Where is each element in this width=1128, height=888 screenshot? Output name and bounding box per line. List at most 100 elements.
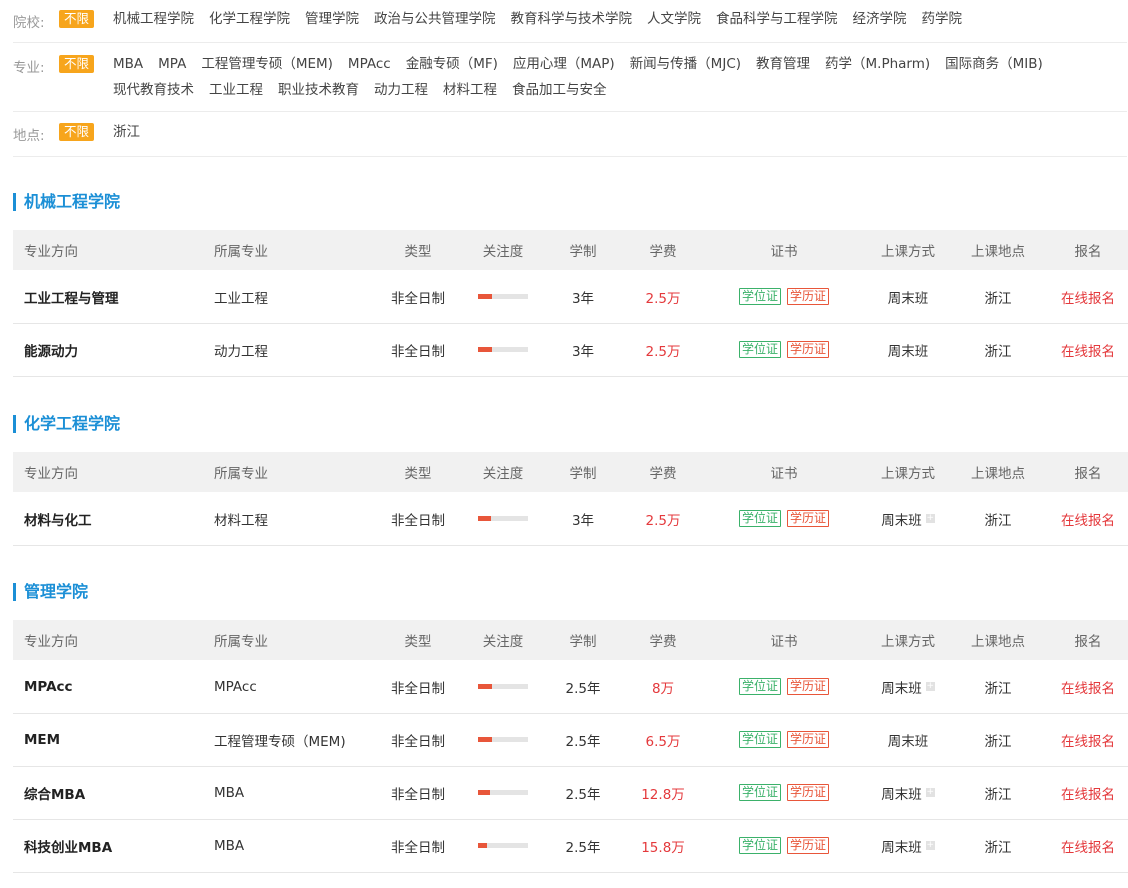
- apply-online-link[interactable]: 在线报名: [1051, 323, 1125, 376]
- program-direction: MPAcc: [24, 678, 73, 695]
- heat-bar: [478, 737, 528, 742]
- filter-school-all[interactable]: 不限: [59, 10, 95, 28]
- filter-option-major[interactable]: 工业工程: [209, 77, 263, 103]
- program-fee: 8万: [651, 680, 675, 697]
- class-mode: 周末班: [881, 512, 922, 529]
- heat-cell: [471, 660, 535, 713]
- filter-option-major[interactable]: 动力工程: [374, 77, 428, 103]
- expand-plus-icon[interactable]: +: [925, 682, 935, 691]
- filter-option-major[interactable]: 职业技术教育: [278, 77, 359, 103]
- column-header-fee: 学费: [649, 244, 677, 260]
- filter-major-all[interactable]: 不限: [59, 55, 95, 73]
- program-major: 动力工程: [214, 343, 268, 360]
- column-header-cert: 证书: [770, 244, 798, 260]
- program-length: 3年: [571, 343, 595, 360]
- column-header-location: 上课地点: [971, 466, 1025, 482]
- filter-option-school[interactable]: 经济学院: [853, 6, 907, 32]
- expand-plus-icon[interactable]: +: [925, 514, 935, 523]
- filter-option-location[interactable]: 浙江: [113, 119, 140, 145]
- filter-panel: 院校: 不限 机械工程学院 化学工程学院 管理学院 政治与公共管理学院 教育科学与技术学…: [0, 0, 1128, 157]
- filter-location-all[interactable]: 不限: [59, 123, 95, 141]
- program-direction: MEM: [24, 731, 61, 748]
- filter-option-school[interactable]: 食品科学与工程学院: [716, 6, 838, 32]
- section-1: 机械工程学院 专业方向 所属专业 类型 关注度 学制 学费 证书 上课方式 上课地点 报名 工业工程与…: [13, 190, 1128, 390]
- table-header: 专业方向 所属专业 类型 关注度 学制 学费 证书 上课方式 上课地点 报名: [13, 620, 1128, 660]
- filter-option-school[interactable]: 机械工程学院: [113, 6, 194, 32]
- program-type: 非全日制: [391, 290, 445, 307]
- filter-option-major[interactable]: MPA: [158, 51, 186, 77]
- apply-online-link[interactable]: 在线报名: [1051, 492, 1125, 545]
- heat-bar-fill: [478, 843, 487, 848]
- expand-plus-icon[interactable]: +: [925, 841, 935, 850]
- apply-online-link[interactable]: 在线报名: [1051, 660, 1125, 713]
- heat-bar: [478, 790, 528, 795]
- filter-option-major[interactable]: 金融专硕（MF): [406, 51, 498, 77]
- column-header-type: 类型: [404, 466, 432, 482]
- filter-option-school[interactable]: 政治与公共管理学院: [374, 6, 496, 32]
- section-title: 机械工程学院: [13, 193, 120, 211]
- filter-option-major[interactable]: MBA: [113, 51, 143, 77]
- filter-label-school: 院校:: [13, 15, 45, 31]
- program-fee: 2.5万: [645, 343, 681, 360]
- filter-option-major[interactable]: 新闻与传播（MJC): [630, 51, 741, 77]
- mode-cell: 周末班 +: [868, 492, 948, 545]
- filter-option-major[interactable]: 教育管理: [756, 51, 810, 77]
- apply-online-link[interactable]: 在线报名: [1051, 713, 1125, 766]
- mode-cell: 周末班: [868, 270, 948, 323]
- program-fee: 15.8万: [641, 839, 685, 856]
- cert-cell: 学位证 学历证: [729, 323, 839, 376]
- column-header-fee: 学费: [649, 634, 677, 650]
- heat-bar: [478, 684, 528, 689]
- program-type: 非全日制: [391, 733, 445, 750]
- program-length: 3年: [571, 512, 595, 529]
- apply-online-link[interactable]: 在线报名: [1051, 819, 1125, 872]
- program-length: 3年: [571, 290, 595, 307]
- filter-option-school[interactable]: 管理学院: [305, 6, 359, 32]
- filter-option-school[interactable]: 人文学院: [647, 6, 701, 32]
- filter-option-school[interactable]: 药学院: [922, 6, 963, 32]
- diploma-cert-badge: 学历证: [787, 784, 830, 801]
- filter-option-major[interactable]: 工程管理专硕（MEM): [201, 51, 333, 77]
- filter-option-major[interactable]: MPAcc: [348, 51, 391, 77]
- class-location: 浙江: [984, 290, 1012, 307]
- filter-option-major[interactable]: 药学（M.Pharm): [825, 51, 930, 77]
- column-header-length: 学制: [569, 466, 597, 482]
- filter-option-major[interactable]: 应用心理（MAP): [513, 51, 615, 77]
- filter-option-major[interactable]: 国际商务（MIB): [945, 51, 1043, 77]
- program-direction: 材料与化工: [24, 512, 92, 529]
- filter-option-major[interactable]: 现代教育技术: [113, 77, 194, 103]
- program-length: 2.5年: [565, 680, 601, 697]
- apply-online-link[interactable]: 在线报名: [1051, 270, 1125, 323]
- degree-cert-badge: 学位证: [738, 731, 781, 748]
- program-major: MBA: [214, 784, 245, 801]
- class-mode: 周末班: [881, 680, 922, 697]
- filter-option-major[interactable]: 材料工程: [443, 77, 497, 103]
- column-header-length: 学制: [569, 634, 597, 650]
- heat-bar-fill: [478, 347, 492, 352]
- program-direction: 科技创业MBA: [24, 839, 113, 856]
- column-header-length: 学制: [569, 244, 597, 260]
- degree-cert-badge: 学位证: [738, 837, 781, 854]
- heat-bar-fill: [478, 684, 492, 689]
- cert-cell: 学位证 学历证: [729, 766, 839, 819]
- section-2: 化学工程学院 专业方向 所属专业 类型 关注度 学制 学费 证书 上课方式 上课地点 报名 材料与化工…: [13, 412, 1128, 558]
- section-3: 管理学院 专业方向 所属专业 类型 关注度 学制 学费 证书 上课方式 上课地点 报名 MPAcc MP…: [13, 580, 1128, 888]
- column-header-mode: 上课方式: [881, 244, 935, 260]
- filter-option-major[interactable]: 食品加工与安全: [512, 77, 607, 103]
- expand-plus-icon[interactable]: +: [925, 788, 935, 797]
- table-row: 科技创业MBA MBA 非全日制 2.5年 15.8万 学位证 学历证 周末班 + 浙江 在线报名: [13, 819, 1128, 873]
- program-length: 2.5年: [565, 839, 601, 856]
- heat-bar: [478, 516, 528, 521]
- filter-option-school[interactable]: 化学工程学院: [209, 6, 290, 32]
- program-fee: 12.8万: [641, 786, 685, 803]
- column-header-type: 类型: [404, 244, 432, 260]
- program-length: 2.5年: [565, 786, 601, 803]
- filter-option-school[interactable]: 教育科学与技术学院: [511, 6, 633, 32]
- class-location: 浙江: [984, 839, 1012, 856]
- mode-cell: 周末班 +: [868, 819, 948, 872]
- column-header-heat: 关注度: [482, 634, 524, 650]
- class-mode: 周末班: [887, 343, 929, 360]
- cert-cell: 学位证 学历证: [729, 713, 839, 766]
- apply-online-link[interactable]: 在线报名: [1051, 766, 1125, 819]
- filter-location-options: 浙江: [113, 119, 1127, 145]
